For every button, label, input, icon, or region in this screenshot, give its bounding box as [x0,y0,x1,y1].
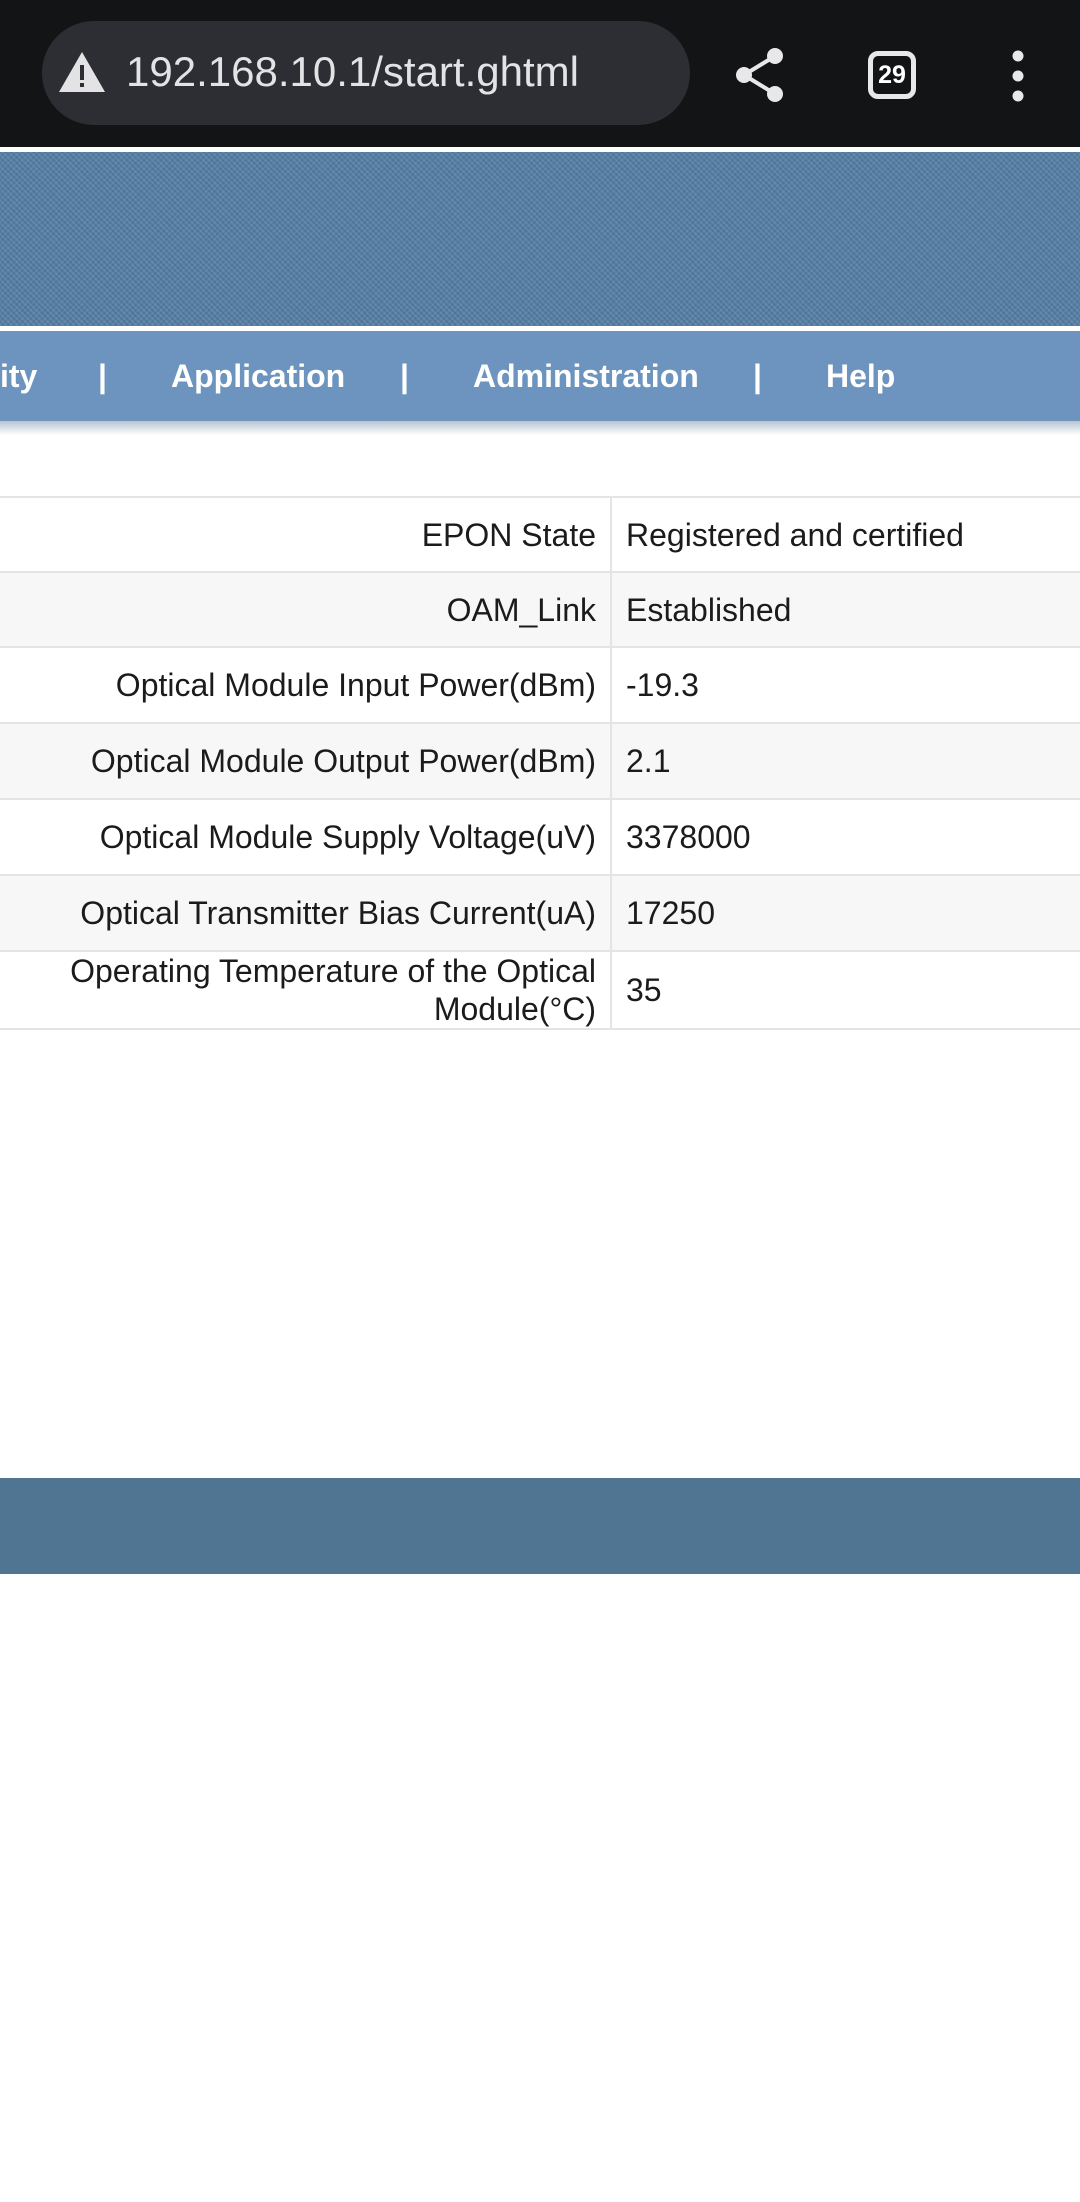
row-value-bias-current: 17250 [611,875,1080,952]
nav-divider: | [753,358,762,394]
row-value-epon-state: Registered and certified [611,497,1080,573]
nav-item-administration[interactable]: Administration [473,331,699,421]
browser-toolbar: 192.168.10.1/start.ghtml 29 [0,0,1080,147]
row-label-epon-state: EPON State [0,497,612,573]
table-row: Optical Module Supply Voltage(uV) 337800… [0,799,1080,876]
warning-triangle-icon[interactable] [58,50,106,94]
share-icon[interactable] [733,46,787,104]
url-text[interactable]: 192.168.10.1/start.ghtml [126,44,579,100]
table-row: Optical Module Input Power(dBm) -19.3 [0,647,1080,724]
table-row: Operating Temperature of the Optical Mod… [0,951,1080,1030]
table-row: OAM_Link Established [0,572,1080,648]
row-value-input-power: -19.3 [611,647,1080,724]
nav-shadow [0,421,1080,435]
row-label-bias-current: Optical Transmitter Bias Current(uA) [0,875,612,952]
table-row: EPON State Registered and certified [0,497,1080,573]
optical-status-table: EPON State Registered and certified OAM_… [0,496,1080,1030]
tab-switcher-button[interactable]: 29 [868,51,916,99]
footer-bar [0,1478,1080,1574]
nav-item-application[interactable]: Application [171,331,345,421]
row-label-output-power: Optical Module Output Power(dBm) [0,723,612,800]
row-value-temperature: 35 [611,951,1080,1030]
nav-item-security[interactable]: ity [0,331,37,421]
header-banner [0,152,1080,326]
table-row: Optical Transmitter Bias Current(uA) 172… [0,875,1080,952]
table-row: Optical Module Output Power(dBm) 2.1 [0,723,1080,800]
tab-count: 29 [878,61,906,89]
more-vert-icon[interactable] [1008,50,1028,102]
nav-divider: | [400,358,409,394]
row-label-input-power: Optical Module Input Power(dBm) [0,647,612,724]
row-value-supply-voltage: 3378000 [611,799,1080,876]
row-value-oam-link: Established [611,572,1080,648]
nav-divider: | [98,358,107,394]
nav-item-help[interactable]: Help [826,331,895,421]
row-label-temperature: Operating Temperature of the Optical Mod… [0,951,612,1030]
row-label-oam-link: OAM_Link [0,572,612,648]
row-label-supply-voltage: Optical Module Supply Voltage(uV) [0,799,612,876]
row-value-output-power: 2.1 [611,723,1080,800]
